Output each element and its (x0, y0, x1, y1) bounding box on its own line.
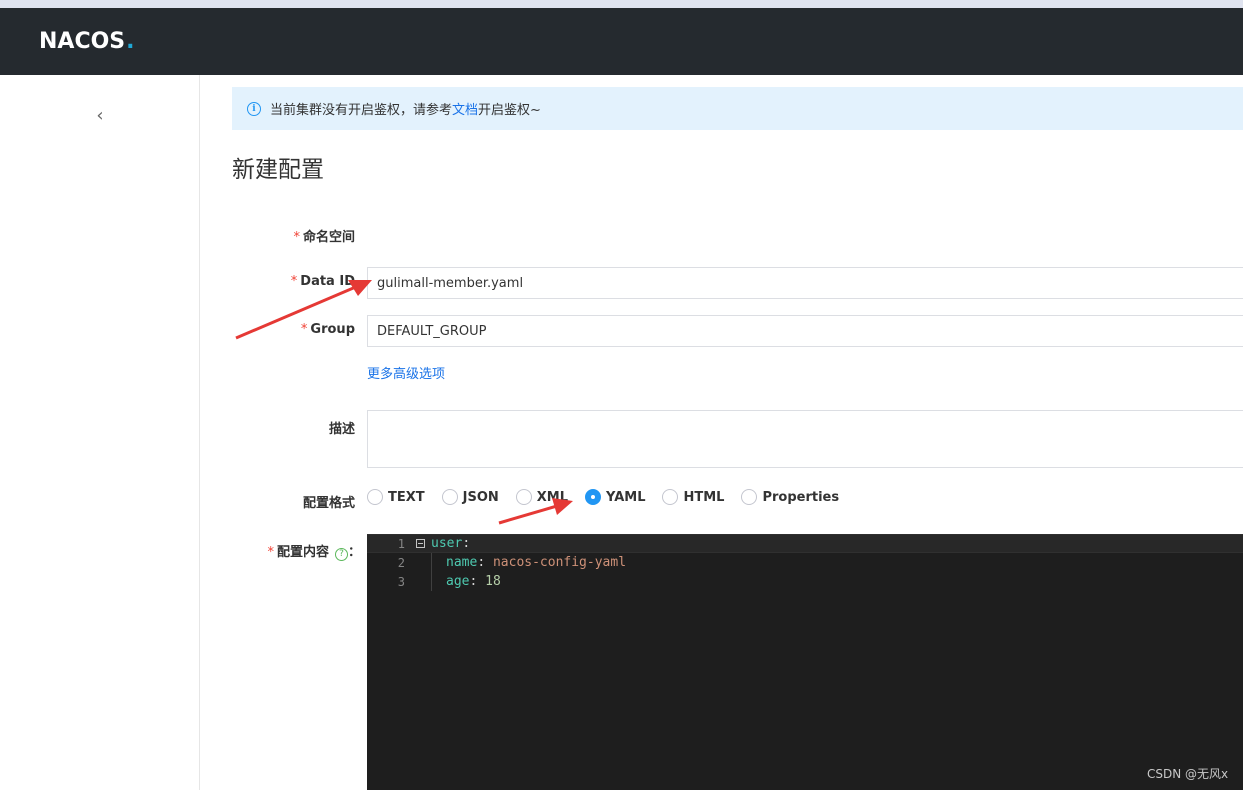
group-input[interactable]: DEFAULT_GROUP (367, 315, 1243, 347)
yaml-value: nacos-config-yaml (492, 555, 627, 570)
description-textarea[interactable] (367, 410, 1243, 468)
editor-line: 3 age: 18 (367, 572, 1243, 591)
notice-docs-link[interactable]: 文档 (452, 99, 478, 118)
yaml-key: name (446, 555, 478, 570)
radio-icon[interactable] (515, 489, 532, 505)
chevron-left-icon[interactable]: ‹ (90, 103, 110, 127)
line-number: 1 (397, 536, 405, 551)
format-option-html[interactable]: HTML (662, 489, 724, 505)
advanced-options-link[interactable]: 更多高级选项 (367, 363, 445, 382)
yaml-key: user (431, 536, 463, 551)
logo-text: NACOS (39, 28, 126, 54)
format-label: 配置格式 (302, 496, 355, 511)
editor-line: 2 name: nacos-config-yaml (367, 553, 1243, 572)
info-icon: i (247, 101, 261, 116)
code-editor[interactable]: 1 user: 2 name: nacos-config-yaml 3 age:… (367, 534, 1243, 790)
group-label: * Group (300, 322, 355, 337)
radio-checked-icon[interactable] (585, 489, 602, 505)
format-option-yaml[interactable]: YAML (585, 489, 645, 505)
fold-toggle-icon[interactable] (416, 539, 425, 548)
namespace-label: * 命名空间 (293, 230, 355, 245)
yaml-sep: : (469, 574, 486, 589)
radio-icon[interactable] (662, 489, 679, 505)
sidebar: ‹ (0, 75, 200, 790)
format-option-properties[interactable]: Properties (741, 489, 839, 505)
line-number: 2 (397, 555, 405, 570)
nacos-logo[interactable]: NACOS. (39, 28, 135, 54)
required-mark: * (267, 545, 274, 560)
yaml-key: age (446, 574, 470, 589)
logo-dot: . (126, 28, 135, 54)
help-icon[interactable]: ? (334, 548, 348, 561)
top-navbar: NACOS. (0, 8, 1243, 75)
page-title: 新建配置 (232, 157, 324, 183)
description-label: 描述 (328, 422, 355, 437)
watermark: CSDN @无风x (1147, 767, 1229, 781)
notice-text-before: 当前集群没有开启鉴权，请参考 (270, 103, 453, 118)
format-option-text[interactable]: TEXT (367, 489, 425, 505)
format-option-xml[interactable]: XML (515, 489, 568, 505)
yaml-value: 18 (485, 574, 501, 589)
radio-icon[interactable] (367, 489, 383, 505)
line-number: 3 (397, 574, 405, 589)
format-option-json[interactable]: JSON (441, 489, 499, 505)
required-mark: * (300, 322, 308, 337)
yaml-sep: : (462, 536, 471, 551)
auth-notice-banner: i 当前集群没有开启鉴权，请参考 文档 开启鉴权~ (232, 87, 1243, 130)
notice-text-after: 开启鉴权~ (478, 103, 541, 118)
dataid-label: * Data ID (290, 274, 355, 289)
required-mark: * (293, 230, 300, 245)
required-mark: * (290, 274, 298, 289)
yaml-sep: : (477, 555, 493, 570)
indent-guide (431, 553, 432, 591)
dataid-input[interactable]: gulimall-member.yaml (367, 267, 1243, 299)
format-radio-group: TEXT JSON XML YAML HTML Properties (367, 489, 856, 505)
radio-icon[interactable] (441, 489, 458, 505)
radio-icon[interactable] (741, 489, 758, 505)
editor-line: 1 user: (367, 534, 1243, 553)
content-label: * 配置内容?： (267, 545, 361, 561)
browser-strip (0, 0, 1243, 8)
